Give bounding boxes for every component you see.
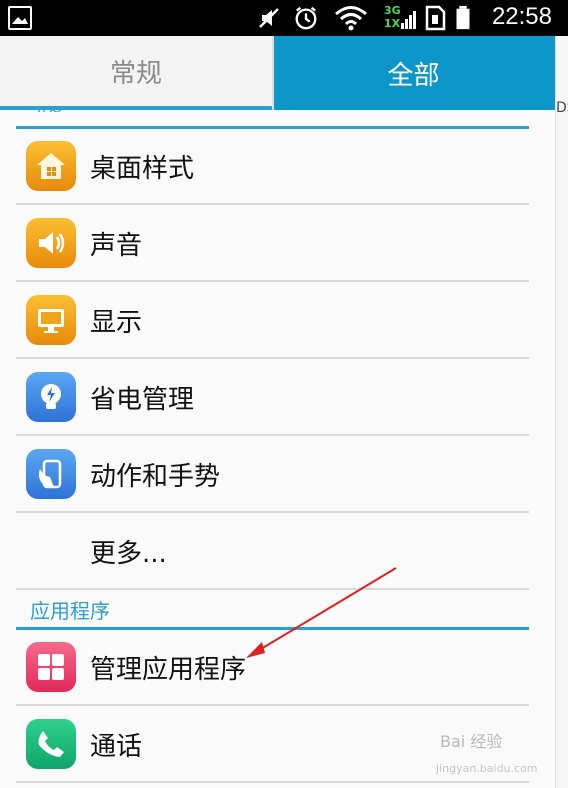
settings-item-motion-gesture[interactable]: 动作和手势 (16, 437, 529, 513)
settings-item-label: 管理应用程序 (90, 654, 247, 685)
settings-item-label: 桌面样式 (90, 153, 195, 184)
wifi-icon (335, 6, 367, 31)
settings-item-power-saving[interactable]: 省电管理 (16, 360, 529, 436)
settings-tabs: 常规 全部 (0, 36, 555, 110)
settings-item-manage-apps[interactable]: 管理应用程序 (16, 630, 529, 706)
phone-icon (26, 719, 76, 769)
signal-icon (401, 11, 416, 29)
settings-list[interactable]: 设备 桌面样式 声音 (0, 110, 555, 788)
settings-item-sound[interactable]: 声音 (16, 206, 529, 282)
sim-icon (425, 5, 446, 31)
background-window-edge (555, 36, 568, 788)
alarm-icon (295, 6, 317, 30)
watermark: Bai 经验 (440, 732, 503, 751)
settings-item-label: 更多... (90, 538, 167, 569)
settings-item-label: 通话 (90, 731, 143, 762)
background-window-text: DS (556, 100, 568, 116)
home-icon (26, 141, 76, 191)
settings-item-label: 动作和手势 (90, 461, 221, 492)
mute-icon (259, 8, 279, 28)
status-bar: 3G 1X 22:58 (0, 0, 568, 36)
settings-item-label: 省电管理 (90, 384, 195, 415)
settings-item-more[interactable]: 更多... (16, 514, 529, 590)
clock: 22:58 (491, 3, 552, 30)
battery-icon (456, 5, 470, 30)
apps-grid-icon (26, 642, 76, 692)
settings-item-label: 声音 (90, 230, 143, 261)
monitor-icon (26, 295, 76, 345)
settings-item-display[interactable]: 显示 (16, 283, 529, 359)
tab-divider (272, 36, 274, 110)
hand-phone-icon (26, 449, 76, 499)
section-header-device: 设备 (30, 110, 66, 112)
settings-item-desktop-style[interactable]: 桌面样式 (16, 129, 529, 205)
speaker-icon (26, 218, 76, 268)
tab-general[interactable]: 常规 (0, 36, 272, 110)
section-header-apps: 应用程序 (30, 599, 110, 623)
image-notification-icon (8, 6, 32, 30)
network-type-indicator: 3G 1X (384, 4, 401, 30)
tab-all[interactable]: 全部 (272, 36, 555, 110)
watermark-url: jingyan.baidu.com (436, 762, 538, 775)
settings-item-label: 显示 (90, 307, 143, 338)
lightbulb-icon (26, 372, 76, 422)
